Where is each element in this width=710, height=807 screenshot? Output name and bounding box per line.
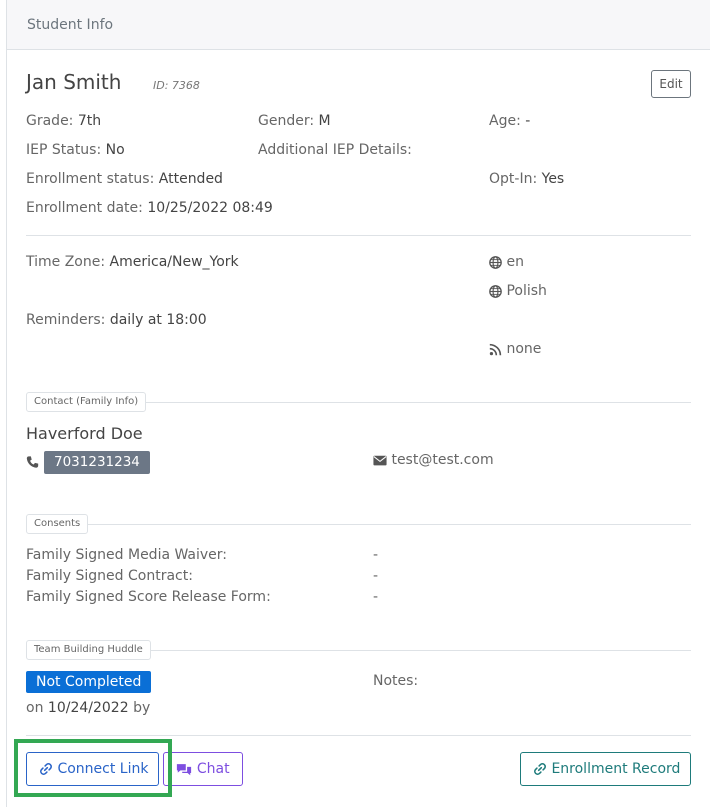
enrollment-date-value: 10/25/2022 08:49: [147, 200, 273, 216]
language-secondary: Polish: [489, 283, 547, 299]
globe-icon: [489, 284, 502, 298]
feed-value: none: [506, 341, 542, 357]
comments-icon: [177, 763, 192, 775]
card-title: Student Info: [27, 17, 114, 33]
chat-label: Chat: [196, 761, 230, 777]
globe-icon: [489, 255, 502, 269]
phone-number-badge[interactable]: 7031231234: [44, 451, 150, 474]
huddle-date-line: on 10/24/2022 by: [26, 700, 151, 716]
student-id: ID: 7368: [153, 79, 200, 92]
consent-value: -: [373, 589, 379, 605]
consent-value: -: [373, 568, 379, 584]
actions-divider: [26, 735, 691, 736]
language-secondary-value: Polish: [506, 283, 547, 299]
iep-status-field: IEP Status: No: [26, 142, 125, 158]
gender-value: M: [318, 113, 331, 129]
reminders-value: daily at 18:00: [109, 312, 207, 328]
iep-status-value: No: [105, 142, 125, 158]
consent-label: Family Signed Media Waiver:: [26, 547, 228, 563]
age-field: Age: -: [489, 113, 531, 129]
student-name: Jan Smith: [26, 70, 122, 94]
enrollment-date-field: Enrollment date: 10/25/2022 08:49: [26, 200, 273, 216]
gender-field: Gender: M: [258, 113, 331, 129]
phone-icon: [26, 456, 39, 468]
timezone-value: America/New_York: [109, 254, 239, 270]
additional-iep-label: Additional IEP Details:: [258, 142, 412, 158]
language-primary-value: en: [506, 254, 524, 270]
consent-label: Family Signed Contract:: [26, 568, 193, 584]
rss-icon: [489, 343, 502, 355]
opt-in-field: Opt-In: Yes: [489, 171, 565, 187]
enrollment-record-label: Enrollment Record: [551, 761, 681, 777]
contact-email[interactable]: test@test.com: [373, 452, 494, 468]
consent-label: Family Signed Score Release Form:: [26, 589, 271, 605]
grade-value: 7th: [77, 113, 102, 129]
enrollment-status-value: Attended: [158, 171, 223, 187]
contact-legend: Contact (Family Info): [26, 392, 147, 412]
connect-link-highlight-box: [14, 739, 172, 797]
card-header: Student Info: [7, 0, 710, 50]
link-icon: [534, 763, 546, 775]
reminders-field: Reminders: daily at 18:00: [26, 312, 207, 328]
enrollment-status-field: Enrollment status: Attended: [26, 171, 223, 187]
enrollment-record-button[interactable]: Enrollment Record: [520, 752, 691, 786]
contact-email-value: test@test.com: [391, 452, 494, 468]
huddle-legend: Team Building Huddle: [26, 640, 151, 660]
timezone-field: Time Zone: America/New_York: [26, 254, 239, 270]
edit-button[interactable]: Edit: [651, 70, 691, 98]
huddle-date-value: 10/24/2022: [47, 700, 129, 716]
chat-button[interactable]: Chat: [163, 752, 243, 786]
envelope-icon: [373, 455, 387, 465]
age-value: -: [525, 113, 531, 129]
consents-legend: Consents: [26, 514, 89, 534]
divider: [26, 235, 691, 236]
contact-name: Haverford Doe: [26, 424, 143, 443]
language-primary: en: [489, 254, 524, 270]
feed-field: none: [489, 341, 541, 357]
consent-value: -: [373, 547, 379, 563]
huddle-status-badge: Not Completed: [26, 671, 152, 693]
opt-in-value: Yes: [541, 171, 565, 187]
consents-divider: [26, 524, 691, 525]
huddle-notes-label: Notes:: [373, 673, 419, 689]
grade-field: Grade: 7th: [26, 113, 102, 129]
